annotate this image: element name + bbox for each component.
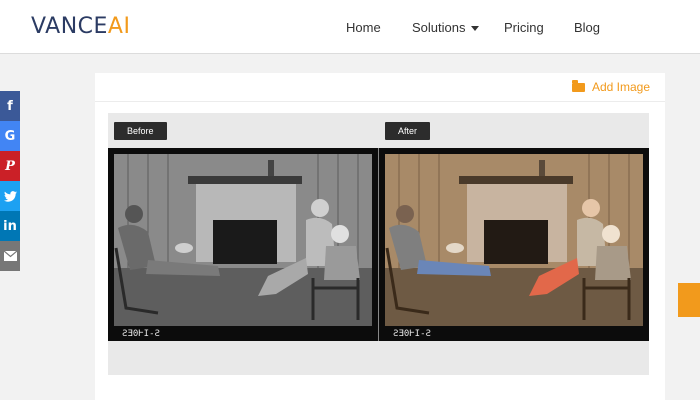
add-image-label: Add Image <box>591 80 650 94</box>
before-photo: ƧƎ0ⱵI-Ƨ <box>108 148 378 341</box>
nav-pricing-link[interactable]: Pricing <box>504 20 544 35</box>
linkedin-share-button[interactable]: in <box>0 211 20 241</box>
nav-solutions-label: Solutions <box>412 20 466 35</box>
nav-solutions-link[interactable]: Solutions <box>412 20 480 35</box>
envelope-icon <box>3 251 17 261</box>
folder-icon <box>571 79 585 92</box>
pinterest-share-button[interactable]: P <box>0 151 20 181</box>
chevron-down-icon <box>471 26 480 32</box>
film-code-text: ƧƎ0ⱵI-Ƨ <box>122 329 160 339</box>
facebook-icon: f <box>7 98 13 114</box>
before-tag: Before <box>114 122 167 140</box>
after-pane: After ƧƎ0ⱵI-Ƨ <box>379 113 649 375</box>
facebook-share-button[interactable]: f <box>0 91 20 121</box>
after-photo: ƧƎ0ⱵI-Ƨ <box>379 148 649 341</box>
before-after-comparison: Before ƧƎ0ⱵI-Ƨ After ƧƎ0ⱵI-Ƨ <box>108 113 649 375</box>
nav-home-link[interactable]: Home <box>346 20 381 35</box>
add-image-button[interactable]: Add Image <box>571 79 650 94</box>
social-share-bar: f G P in <box>0 91 20 271</box>
nav-blog-link[interactable]: Blog <box>574 20 600 35</box>
twitter-share-button[interactable] <box>0 181 20 211</box>
linkedin-icon: in <box>3 218 17 234</box>
after-tag: After <box>385 122 431 140</box>
main-nav: Home Solutions Pricing Blog <box>0 20 700 40</box>
card-toolbar: Add Image <box>95 73 665 102</box>
twitter-icon <box>3 190 17 202</box>
google-share-button[interactable]: G <box>0 121 20 151</box>
before-pane: Before ƧƎ0ⱵI-Ƨ <box>108 113 378 375</box>
feedback-side-tab[interactable] <box>678 283 700 317</box>
google-icon: G <box>4 128 16 144</box>
film-code-text: ƧƎ0ⱵI-Ƨ <box>393 329 431 339</box>
email-share-button[interactable] <box>0 241 20 271</box>
site-header: VANCEAI Home Solutions Pricing Blog <box>0 0 700 54</box>
image-compare-card: Add Image Before ƧƎ0ⱵI-Ƨ After ƧƎ0ⱵI-Ƨ <box>95 73 665 400</box>
pinterest-icon: P <box>5 158 15 174</box>
